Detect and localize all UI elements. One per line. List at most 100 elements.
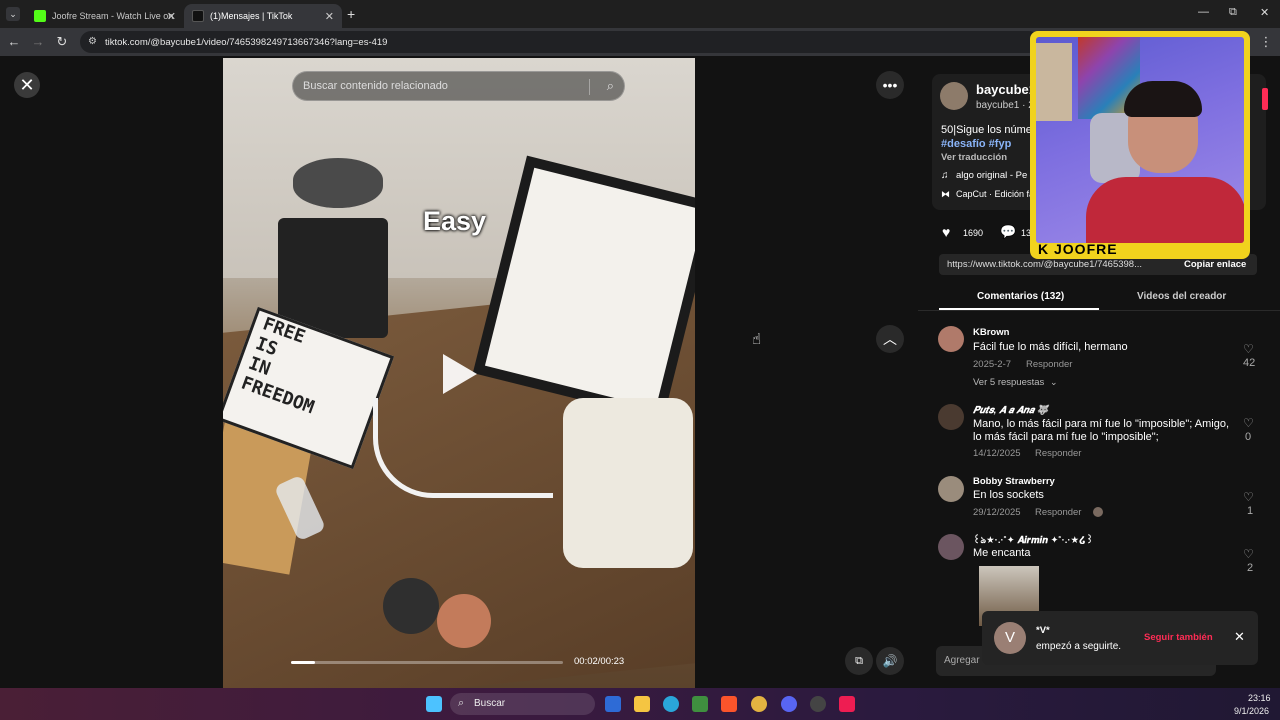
reload-icon[interactable]: ↻ bbox=[54, 34, 70, 50]
tab-list-button[interactable]: ⌄ bbox=[6, 7, 20, 21]
video-caption-overlay: Easy bbox=[423, 206, 487, 236]
tab-tiktok-messages[interactable]: (1)Mensajes | TikTok ✕ bbox=[184, 4, 342, 28]
webcam-person-shirt bbox=[1086, 177, 1244, 243]
comment-like-icon[interactable]: ♡ bbox=[1243, 490, 1254, 504]
comment-like-icon[interactable]: ♡ bbox=[1243, 416, 1254, 430]
close-video-button[interactable]: ✕ bbox=[14, 72, 40, 98]
comment-avatar[interactable] bbox=[938, 534, 964, 560]
video-frame-charging-pad bbox=[437, 594, 491, 648]
close-toast-icon[interactable]: ✕ bbox=[1234, 629, 1245, 645]
windows-taskbar: ⌕ Buscar 23:16 9/1/2026 bbox=[0, 688, 1280, 720]
comment-text: Me encanta bbox=[973, 547, 1031, 559]
file-explorer-icon[interactable] bbox=[634, 696, 650, 712]
webcam-person-hair bbox=[1124, 81, 1202, 117]
tiktok-app-icon[interactable] bbox=[839, 696, 855, 712]
play-icon[interactable] bbox=[443, 354, 477, 394]
comment-like-icon[interactable]: ♡ bbox=[1243, 547, 1254, 561]
capcut-icon: ⧓ bbox=[941, 189, 950, 199]
creator-name[interactable]: baycube1 bbox=[976, 82, 1036, 97]
kick-favicon-icon bbox=[34, 10, 46, 22]
tabs-divider bbox=[918, 310, 1280, 311]
comment-avatar[interactable] bbox=[938, 476, 964, 502]
volume-button[interactable]: 🔊 bbox=[876, 647, 904, 675]
follow-button[interactable] bbox=[1262, 88, 1268, 110]
comment-like-count: 0 bbox=[1245, 431, 1252, 443]
comment-like-count: 2 bbox=[1247, 562, 1254, 574]
webcam-overlay: K JOOFRE bbox=[1030, 31, 1250, 259]
taskbar-time: 23:16 bbox=[1248, 693, 1271, 703]
video-frame-air-purifier bbox=[563, 398, 693, 568]
close-tab-icon[interactable]: ✕ bbox=[325, 10, 334, 23]
floating-player-button[interactable]: ⧉ bbox=[845, 647, 873, 675]
comment-item: Bobby Strawberry En los sockets 29/12/20… bbox=[918, 474, 1280, 524]
reply-button[interactable]: Responder bbox=[1035, 448, 1081, 459]
related-search-input[interactable]: Buscar contenido relacionado ⌕ bbox=[292, 71, 625, 101]
site-info-icon[interactable]: ⚙ bbox=[88, 36, 97, 47]
tab-title: Joofre Stream - Watch Live on bbox=[52, 11, 174, 21]
comment-date: 2025-2-7 bbox=[973, 359, 1012, 370]
comment-username[interactable]: 𝑷𝒖𝒕𝒔, 𝑨 𝒂 𝑨𝒏𝒂 🐺 bbox=[973, 405, 1049, 416]
copy-link-button[interactable]: Copiar enlace bbox=[1184, 259, 1246, 270]
reply-button[interactable]: Responder bbox=[1026, 359, 1072, 370]
forward-arrow-icon[interactable]: → bbox=[30, 34, 46, 49]
comment-bubble-icon[interactable]: 💬 bbox=[1000, 224, 1016, 240]
back-arrow-icon[interactable]: ← bbox=[6, 34, 22, 49]
search-icon[interactable]: ⌕ bbox=[607, 78, 614, 94]
creator-avatar[interactable] bbox=[940, 82, 968, 110]
chrome-icon[interactable] bbox=[751, 696, 767, 712]
translate-link[interactable]: Ver traducción bbox=[941, 152, 1007, 163]
comment-avatar[interactable] bbox=[938, 404, 964, 430]
comment-username[interactable]: Bobby Strawberry bbox=[973, 476, 1055, 487]
video-frame-cable bbox=[373, 398, 553, 498]
comment-like-icon[interactable]: ♡ bbox=[1243, 342, 1254, 356]
taskbar-search-box[interactable]: ⌕ Buscar bbox=[450, 693, 595, 715]
edge-icon[interactable] bbox=[663, 696, 679, 712]
taskbar-date: 9/1/2026 bbox=[1234, 706, 1270, 716]
video-frame-pan bbox=[293, 158, 383, 208]
browser-tab-bar: ⌄ Joofre Stream - Watch Live on ✕ (1)Men… bbox=[0, 0, 1280, 28]
url-input[interactable]: ⚙ tiktok.com/@baycube1/video/74653982497… bbox=[80, 31, 1040, 53]
close-tab-icon[interactable]: ✕ bbox=[167, 10, 176, 23]
previous-video-button[interactable]: ︿ bbox=[876, 325, 904, 353]
obs-icon[interactable] bbox=[810, 696, 826, 712]
comment-text: Mano, lo más fácil para mí fue lo "impos… bbox=[973, 418, 1230, 443]
discord-icon[interactable] bbox=[781, 696, 797, 712]
comment-username[interactable]: KBrown bbox=[973, 327, 1009, 338]
video-hashtags[interactable]: #desafío #fyp bbox=[941, 138, 1011, 150]
comment-text: En los sockets bbox=[973, 489, 1044, 501]
widgets-icon[interactable] bbox=[605, 696, 621, 712]
music-title[interactable]: algo original - Pe bbox=[956, 170, 1027, 181]
comment-input-placeholder: Agregar bbox=[944, 655, 980, 666]
restore-button[interactable]: ⧉ bbox=[1229, 6, 1237, 19]
brave-icon[interactable] bbox=[721, 696, 737, 712]
more-options-button[interactable]: ••• bbox=[876, 71, 904, 99]
follow-back-button[interactable]: Seguir también bbox=[1144, 632, 1213, 643]
windows-start-icon[interactable] bbox=[426, 696, 442, 712]
minecraft-icon[interactable] bbox=[692, 696, 708, 712]
menu-kebab-icon[interactable]: ⋮ bbox=[1258, 34, 1274, 50]
close-window-button[interactable]: ✕ bbox=[1260, 6, 1269, 19]
minimize-button[interactable]: — bbox=[1198, 6, 1209, 18]
follow-notification-toast: V *V* empezó a seguirte. Seguir también … bbox=[982, 611, 1258, 665]
video-frame-charging-pad bbox=[383, 578, 439, 634]
comment-date: 14/12/2025 bbox=[973, 448, 1021, 459]
video-progress-bar[interactable] bbox=[291, 661, 563, 664]
search-placeholder: Buscar contenido relacionado bbox=[303, 80, 448, 92]
reply-button[interactable]: Responder bbox=[1035, 507, 1081, 518]
video-player[interactable]: FREE IS IN FREEDOM Easy 00:02/00:23 bbox=[223, 58, 695, 688]
tab-comments[interactable]: Comentarios (132) bbox=[977, 291, 1064, 302]
taskbar-search-text: Buscar bbox=[474, 698, 506, 709]
comment-item: 𝑷𝒖𝒕𝒔, 𝑨 𝒂 𝑨𝒏𝒂 🐺 Mano, lo más fácil para … bbox=[918, 400, 1280, 466]
new-tab-button[interactable]: + bbox=[347, 6, 355, 22]
capcut-link[interactable]: CapCut · Edición fá bbox=[956, 189, 1034, 199]
follower-avatar[interactable]: V bbox=[994, 622, 1026, 654]
follower-message: empezó a seguirte. bbox=[1036, 641, 1122, 652]
webcam-video bbox=[1036, 37, 1244, 243]
tab-joofre-stream[interactable]: Joofre Stream - Watch Live on ✕ bbox=[26, 4, 184, 28]
tab-creator-videos[interactable]: Videos del creador bbox=[1137, 291, 1226, 302]
tab-title: (1)Mensajes | TikTok bbox=[210, 11, 293, 21]
like-heart-icon[interactable]: ♥ bbox=[942, 224, 950, 240]
view-replies-link[interactable]: Ver 5 respuestas bbox=[973, 377, 1044, 388]
comment-avatar[interactable] bbox=[938, 326, 964, 352]
follower-avatar-letter: V bbox=[1004, 629, 1015, 646]
